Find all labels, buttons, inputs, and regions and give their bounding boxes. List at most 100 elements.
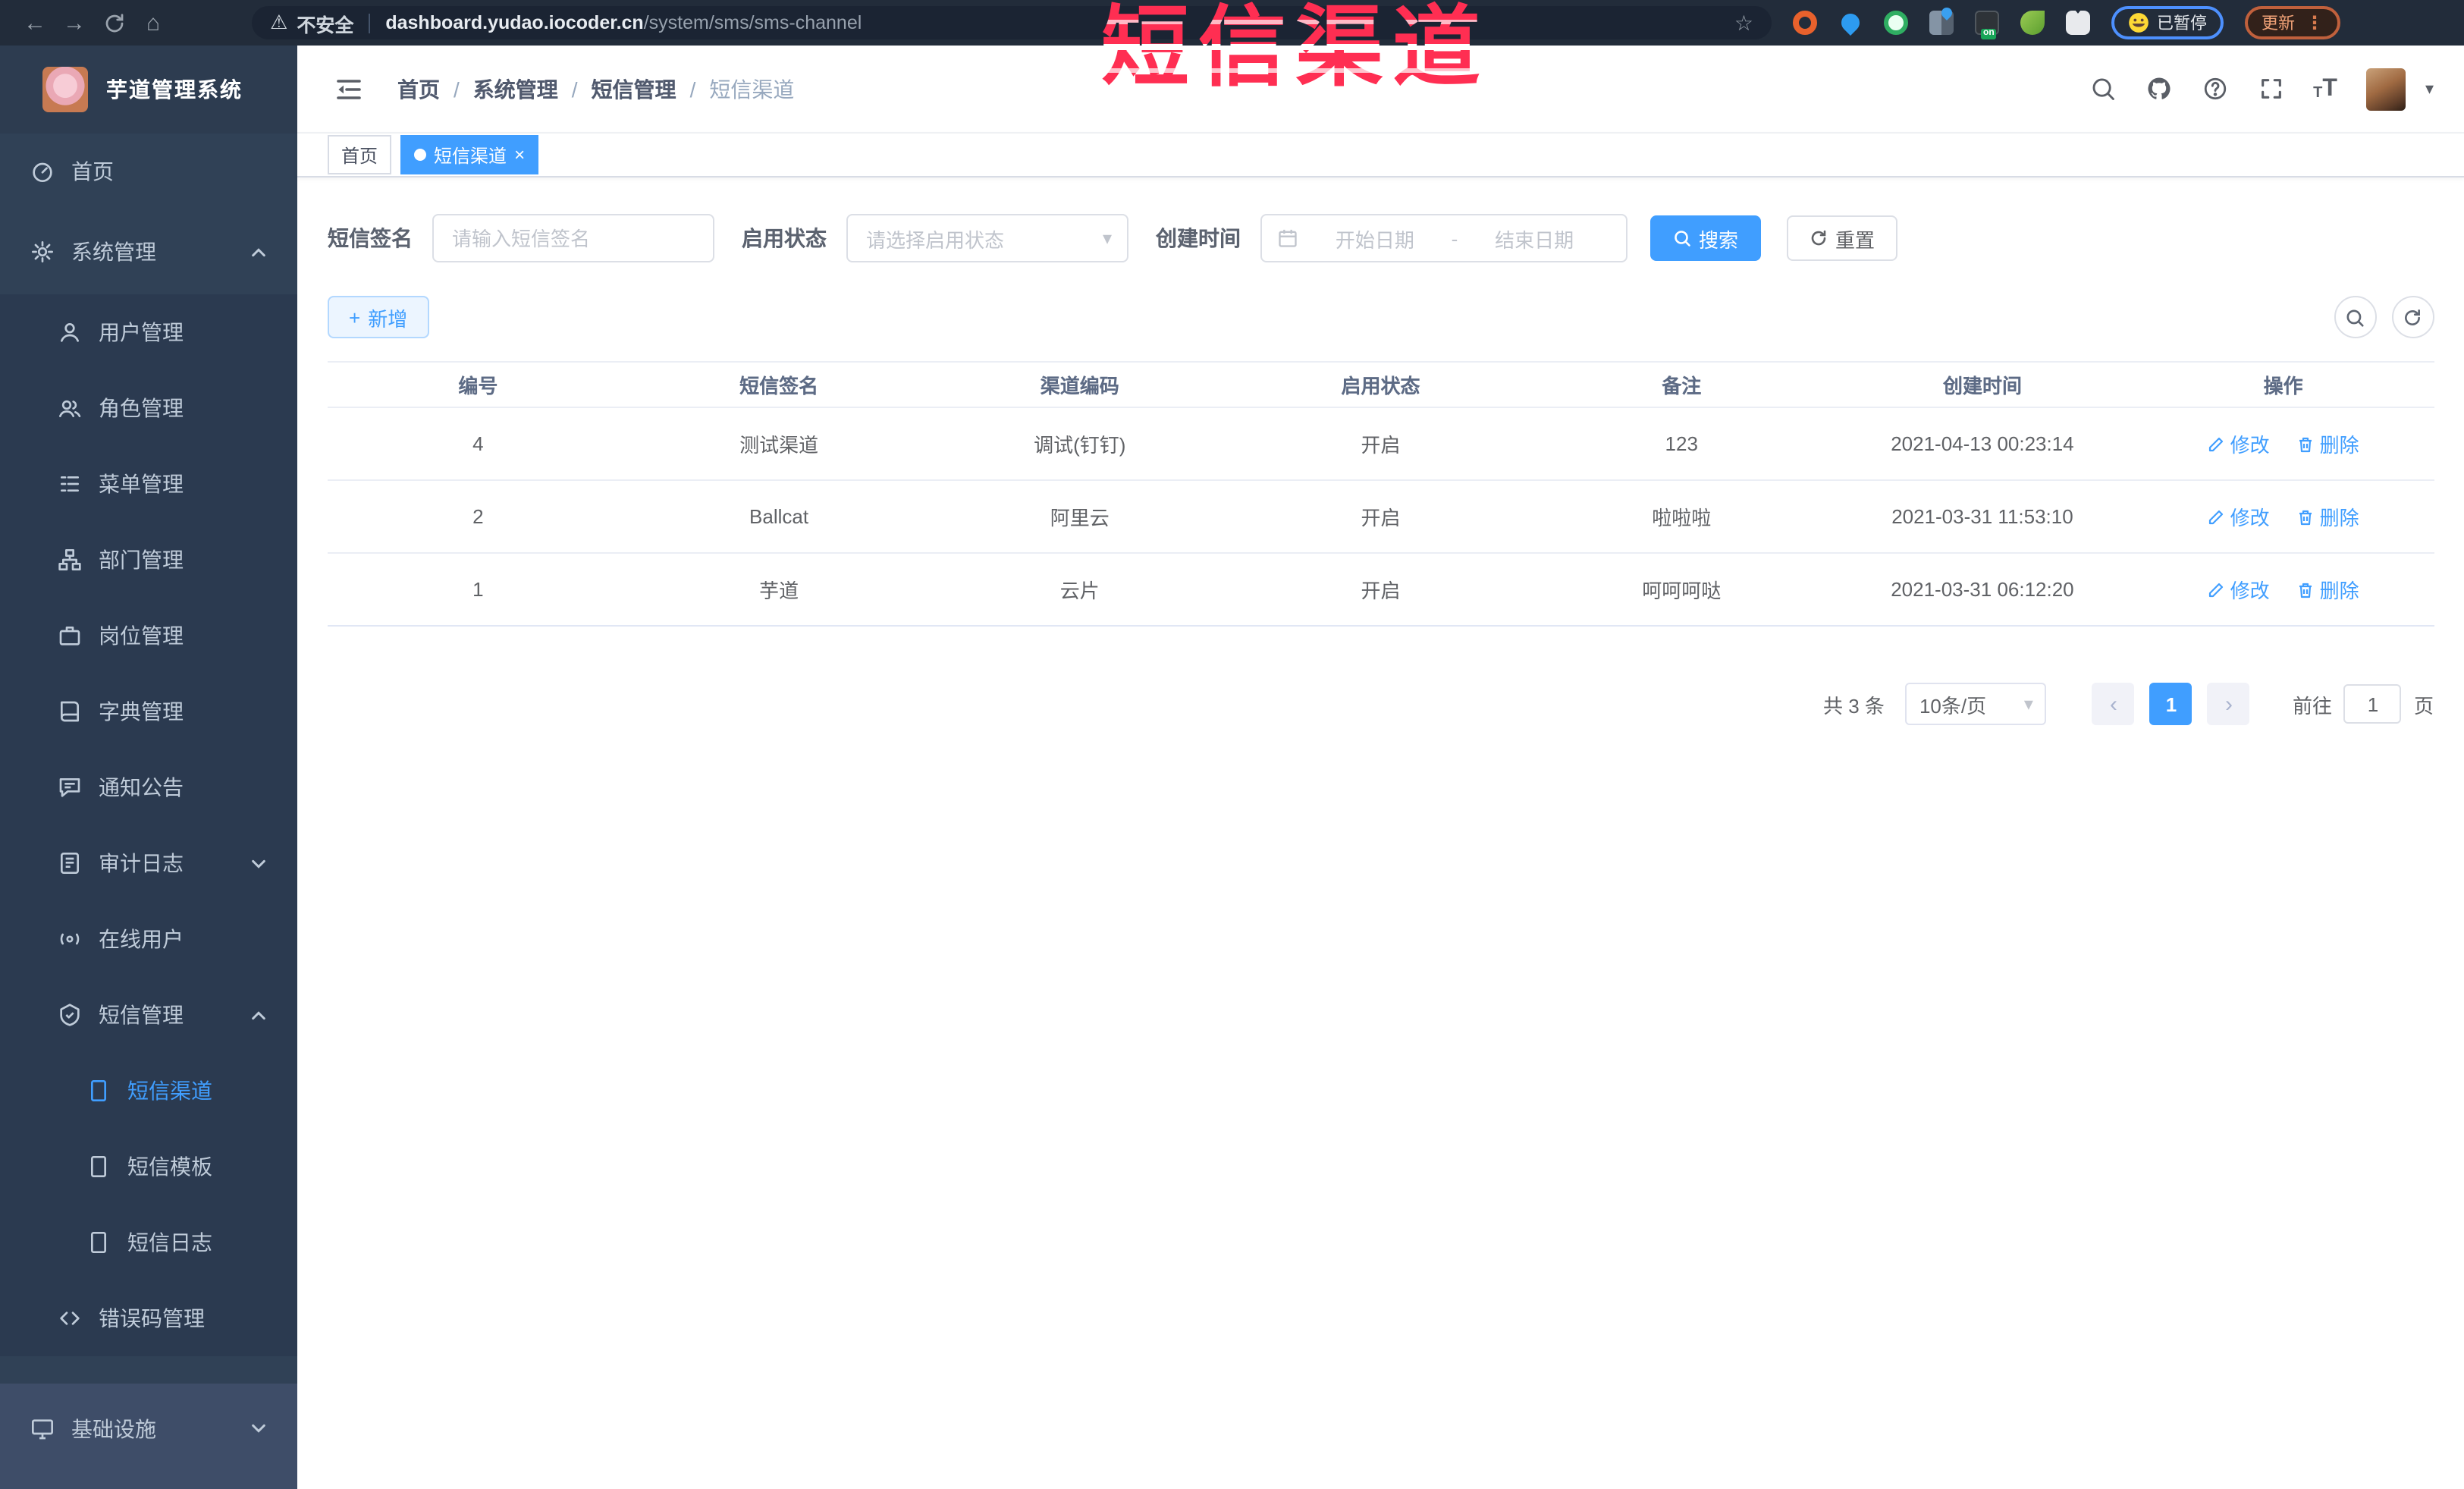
- extension-orange-icon[interactable]: [1793, 11, 1817, 35]
- show-search-toggle-button[interactable]: [2334, 296, 2376, 338]
- browser-home-icon[interactable]: ⌂: [133, 6, 173, 39]
- avatar-caret-down-icon[interactable]: ▾: [2425, 79, 2434, 99]
- sidebar-item-sms-log[interactable]: 短信日志: [0, 1205, 297, 1280]
- browser-forward-icon[interactable]: →: [55, 6, 94, 39]
- sidebar-item-home[interactable]: 首页: [0, 134, 297, 209]
- sidebar-item-user-management[interactable]: 用户管理: [0, 294, 297, 370]
- url-text[interactable]: dashboard.yudao.iocoder.cn/system/sms/sm…: [385, 12, 1722, 33]
- pagination: 共 3 条 10条/页 ▾ ‹ 1 › 前往 页: [328, 683, 2434, 725]
- browser-menu-dots-icon[interactable]: ⋮: [2305, 12, 2324, 33]
- avatar[interactable]: [2365, 68, 2406, 110]
- sidebar-item-menu-management[interactable]: 菜单管理: [0, 446, 297, 522]
- next-page-button[interactable]: ›: [2207, 683, 2250, 725]
- page-size-select[interactable]: 10条/页 ▾: [1905, 683, 2047, 725]
- sidebar-item-department-management[interactable]: 部门管理: [0, 522, 297, 598]
- sidebar-menu: 首页 系统管理 用户管理 角色管理 菜单管理 部门管理 岗位管理 字典管理 通知…: [0, 134, 297, 1489]
- sidebar-item-online-users[interactable]: 在线用户: [0, 901, 297, 977]
- reset-button[interactable]: 重置: [1787, 215, 1898, 261]
- sidebar-item-label: 短信模板: [127, 1154, 212, 1179]
- page-number-button[interactable]: 1: [2149, 683, 2192, 725]
- sidebar-item-label: 短信渠道: [127, 1079, 212, 1103]
- delete-link[interactable]: 删除: [2297, 575, 2359, 604]
- delete-link[interactable]: 删除: [2297, 502, 2359, 531]
- edit-label: 修改: [2230, 434, 2270, 457]
- add-button[interactable]: + 新增: [328, 296, 429, 338]
- sidebar-item-post-management[interactable]: 岗位管理: [0, 598, 297, 674]
- fullscreen-icon[interactable]: [2257, 75, 2284, 102]
- breadcrumb-item-sms[interactable]: 短信管理: [592, 74, 676, 104]
- sidebar-item-error-code-management[interactable]: 错误码管理: [0, 1280, 297, 1356]
- browser-back-icon[interactable]: ←: [15, 6, 55, 39]
- rabbit-logo-image: [42, 67, 88, 112]
- user-icon: [61, 323, 79, 342]
- goto-page-input[interactable]: [2343, 684, 2402, 724]
- gear-icon: [32, 241, 53, 262]
- chevron-up-icon: [252, 1010, 265, 1019]
- sidebar-item-label: 通知公告: [99, 775, 184, 799]
- sidebar-item-sms-channel[interactable]: 短信渠道: [0, 1053, 297, 1129]
- page-size-value: 10条/页: [1919, 694, 1987, 717]
- signature-input[interactable]: [432, 214, 714, 262]
- edit-link[interactable]: 修改: [2208, 429, 2270, 458]
- sidebar-item-label: 在线用户: [99, 927, 184, 951]
- address-bar[interactable]: ⚠ 不安全 dashboard.yudao.iocoder.cn/system/…: [252, 6, 1772, 39]
- edit-link[interactable]: 修改: [2208, 575, 2270, 604]
- sidebar-item-dictionary-management[interactable]: 字典管理: [0, 674, 297, 749]
- cell-remark: 123: [1665, 432, 1698, 455]
- sidebar-item-sms-template[interactable]: 短信模板: [0, 1129, 297, 1205]
- monitor-icon: [32, 1418, 53, 1439]
- sidebar-item-system-management[interactable]: 系统管理: [0, 209, 297, 294]
- breadcrumb-separator: /: [689, 77, 696, 101]
- app-logo-row[interactable]: 芋道管理系统: [0, 46, 297, 134]
- paused-extension-pill[interactable]: 已暂停: [2111, 6, 2224, 39]
- browser-reload-icon[interactable]: [94, 6, 133, 39]
- refresh-table-button[interactable]: [2391, 296, 2434, 338]
- font-big-t: T: [2322, 75, 2337, 101]
- created-time-label: 创建时间: [1156, 226, 1241, 250]
- url-domain: dashboard.yudao.iocoder.cn: [385, 12, 644, 33]
- page-suffix-label: 页: [2413, 694, 2434, 717]
- cell-id: 2: [472, 505, 484, 528]
- breadcrumb-item-home[interactable]: 首页: [397, 74, 440, 104]
- extensions-puzzle-icon[interactable]: [2066, 11, 2090, 35]
- help-icon[interactable]: [2201, 75, 2228, 102]
- extension-green-check-icon[interactable]: [1884, 11, 1908, 35]
- font-size-icon[interactable]: TT: [2313, 75, 2337, 101]
- org-tree-icon: [58, 549, 81, 570]
- tab-sms-channel[interactable]: 短信渠道 ×: [400, 135, 539, 174]
- app-title: 芋道管理系统: [106, 77, 243, 102]
- cell-status: 开启: [1361, 580, 1401, 602]
- delete-link[interactable]: 删除: [2297, 429, 2359, 458]
- chevron-down-icon: [252, 859, 265, 868]
- search-button[interactable]: 搜索: [1650, 215, 1762, 261]
- header-search-icon[interactable]: [2089, 75, 2116, 102]
- end-date-placeholder[interactable]: 结束日期: [1458, 224, 1611, 253]
- table-row: 1 芋道 云片 开启 呵呵呵哒 2021-03-31 06:12:20 修改 删…: [328, 554, 2434, 627]
- tab-home[interactable]: 首页: [328, 135, 392, 174]
- security-label[interactable]: 不安全: [297, 8, 353, 37]
- extension-pin-icon[interactable]: [1838, 10, 1863, 36]
- document-icon: [91, 1080, 106, 1101]
- bookmark-star-icon[interactable]: ☆: [1734, 10, 1753, 36]
- extension-leaf-icon[interactable]: [2020, 11, 2045, 35]
- github-icon[interactable]: [2145, 75, 2172, 102]
- browser-update-button[interactable]: 更新 ⋮: [2245, 6, 2340, 39]
- start-date-placeholder[interactable]: 开始日期: [1298, 224, 1452, 253]
- cell-status: 开启: [1361, 507, 1401, 529]
- breadcrumb-item-system[interactable]: 系统管理: [473, 74, 558, 104]
- edit-link[interactable]: 修改: [2208, 502, 2270, 531]
- sidebar-item-role-management[interactable]: 角色管理: [0, 370, 297, 446]
- tab-close-icon[interactable]: ×: [514, 146, 525, 164]
- sidebar-item-sms-management[interactable]: 短信管理: [0, 977, 297, 1053]
- sidebar-item-infrastructure[interactable]: 基础设施: [0, 1383, 297, 1489]
- sidebar-item-audit-log[interactable]: 审计日志: [0, 825, 297, 901]
- column-header-actions: 操作: [2263, 375, 2303, 397]
- prev-page-button[interactable]: ‹: [2092, 683, 2135, 725]
- cell-signature: 测试渠道: [739, 434, 819, 457]
- sidebar-toggle-icon[interactable]: [334, 74, 364, 104]
- date-range-picker[interactable]: 开始日期 - 结束日期: [1260, 214, 1627, 262]
- sidebar-item-notice-announcement[interactable]: 通知公告: [0, 749, 297, 825]
- extension-dark-icon[interactable]: on: [1975, 11, 1999, 39]
- status-select[interactable]: 请选择启用状态 ▾: [846, 214, 1128, 262]
- extension-grid-icon[interactable]: [1929, 11, 1954, 35]
